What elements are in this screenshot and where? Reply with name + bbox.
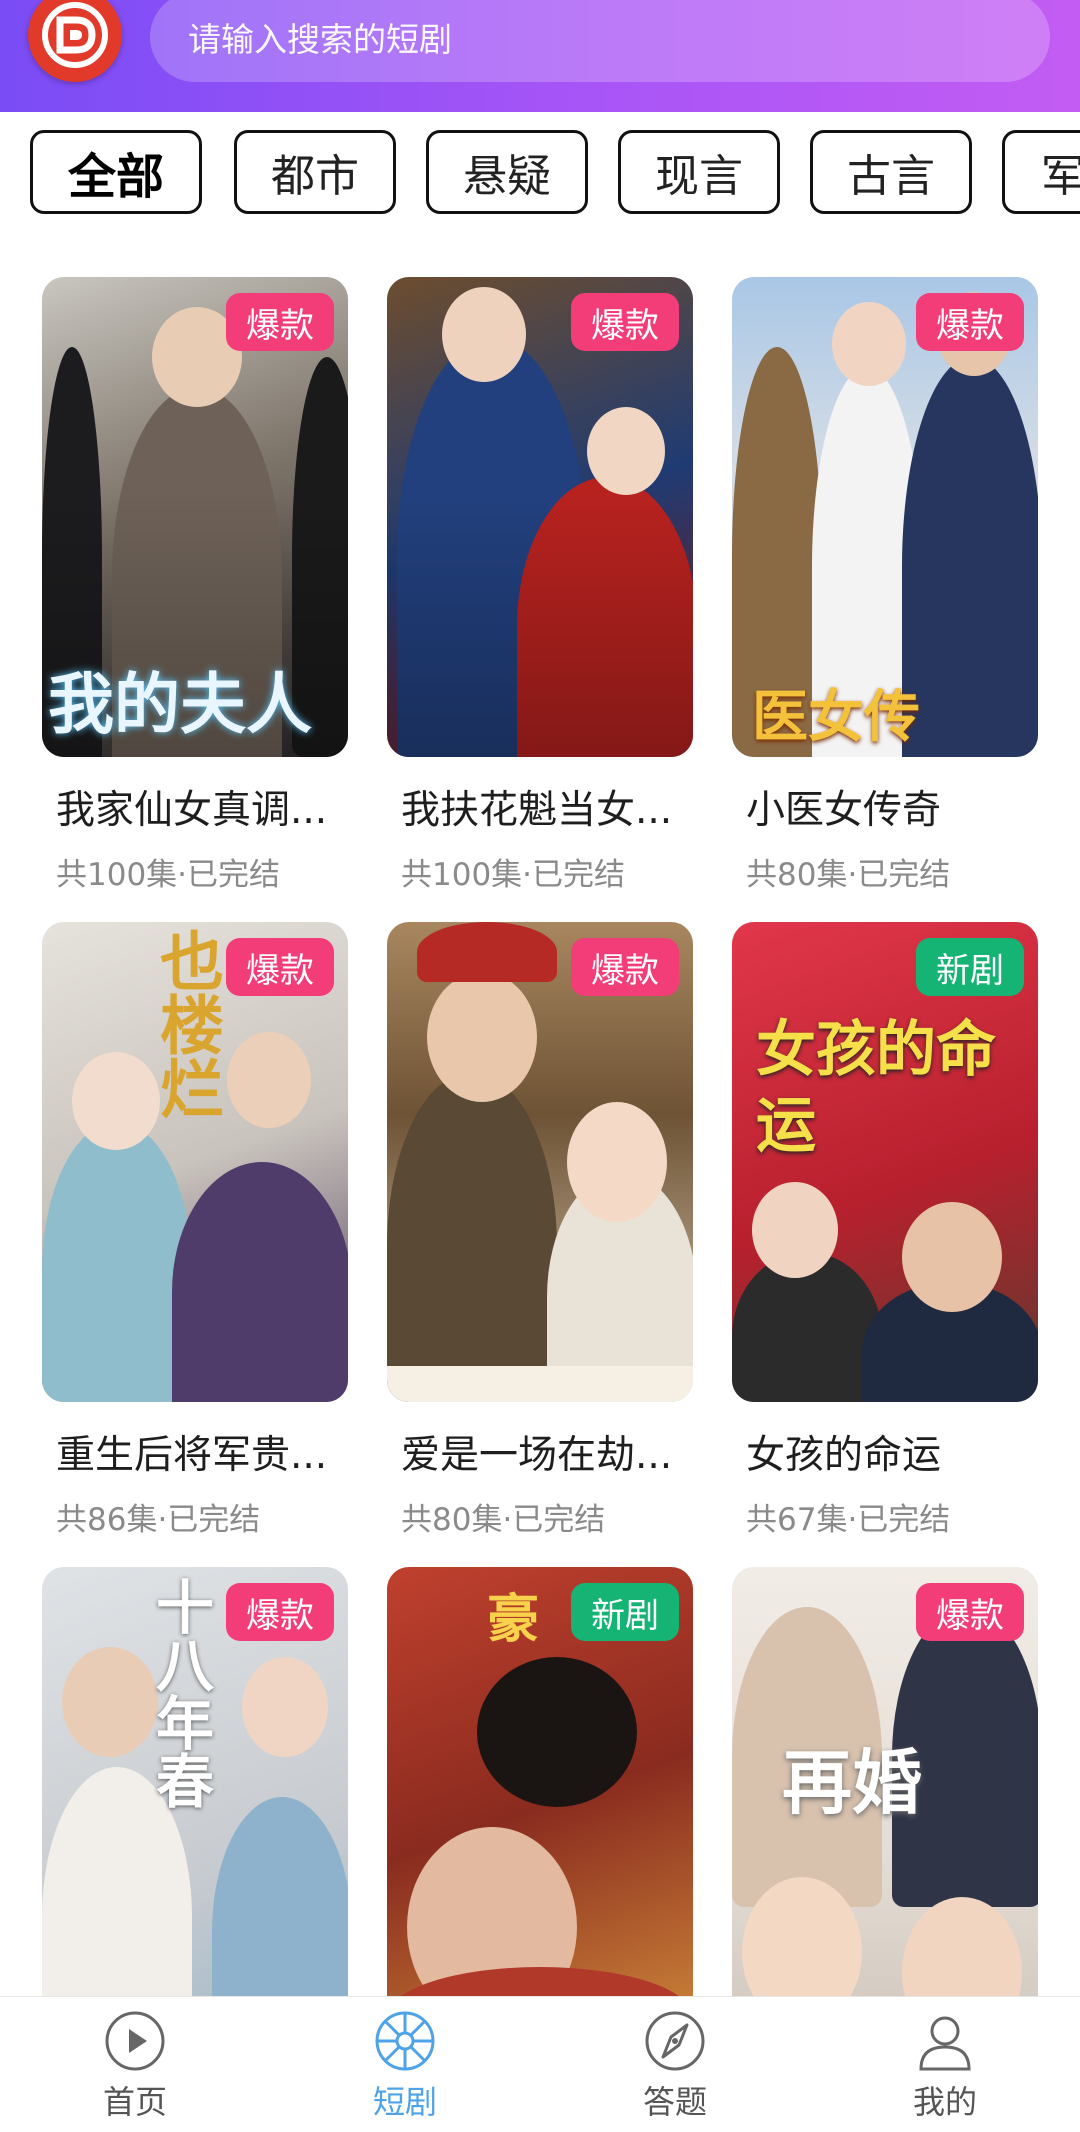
- badge-hot: 爆款: [571, 293, 679, 351]
- nav-label: 答题: [642, 2083, 707, 2121]
- drama-poster[interactable]: 也楼烂 爆款: [42, 922, 348, 1402]
- drama-card[interactable]: 医女传 爆款 小医女传奇 共80集·已完结: [732, 277, 1038, 894]
- poster-title-text: 也楼烂: [149, 928, 224, 1120]
- drama-poster[interactable]: 爆款: [387, 922, 693, 1402]
- play-circle-icon: [105, 2011, 165, 2071]
- badge-hot: 爆款: [226, 1583, 334, 1641]
- poster-title-text: 我的夫人: [48, 665, 312, 743]
- badge-new: 新剧: [571, 1583, 679, 1641]
- nav-quiz[interactable]: 答题: [585, 2009, 765, 2123]
- drama-poster[interactable]: 医女传 爆款: [732, 277, 1038, 757]
- badge-hot: 爆款: [226, 938, 334, 996]
- drama-card[interactable]: 爆款 我扶花魁当女... 共100集·已完结: [387, 277, 693, 894]
- drama-card[interactable]: 我的夫人 爆款 我家仙女真调... 共100集·已完结: [42, 277, 348, 894]
- tab-all[interactable]: 全部: [30, 130, 202, 214]
- poster-title-text: 女孩的命运: [756, 1015, 996, 1161]
- search-bar[interactable]: 请输入搜索的短剧: [150, 0, 1050, 82]
- badge-hot: 爆款: [916, 293, 1024, 351]
- nav-label: 我的: [912, 2083, 977, 2121]
- drama-card[interactable]: 十八年春 爆款: [42, 1567, 348, 1996]
- app-logo-icon[interactable]: [28, 0, 122, 82]
- nav-home[interactable]: 首页: [45, 2009, 225, 2123]
- nav-profile[interactable]: 我的: [855, 2009, 1035, 2123]
- category-tabs: 全部 都市 悬疑 现言 古言 军: [0, 112, 1080, 232]
- drama-title: 我扶花魁当女...: [401, 788, 673, 833]
- drama-card[interactable]: 爆款 爱是一场在劫... 共80集·已完结: [387, 922, 693, 1539]
- badge-hot: 爆款: [916, 1583, 1024, 1641]
- badge-hot: 爆款: [226, 293, 334, 351]
- drama-grid: 我的夫人 爆款 我家仙女真调... 共100集·已完结 爆款 我扶花魁当女...…: [0, 232, 1080, 1996]
- drama-poster[interactable]: 我的夫人 爆款: [42, 277, 348, 757]
- drama-poster[interactable]: 女孩的命运 新剧: [732, 922, 1038, 1402]
- nav-label: 短剧: [372, 2083, 437, 2121]
- drama-episode-info: 共80集·已完结: [746, 857, 951, 893]
- drama-title: 我家仙女真调...: [56, 788, 328, 833]
- poster-title-text: 十八年春: [146, 1577, 214, 1809]
- drama-poster[interactable]: 爆款: [387, 277, 693, 757]
- drama-title: 重生后将军贵...: [56, 1433, 328, 1478]
- drama-card[interactable]: 豪 新剧: [387, 1567, 693, 1996]
- drama-title: 小医女传奇: [746, 788, 942, 833]
- search-placeholder: 请输入搜索的短剧: [188, 20, 452, 59]
- person-icon: [919, 2016, 971, 2071]
- tab-modern-romance[interactable]: 现言: [618, 130, 780, 214]
- nav-label: 首页: [102, 2083, 167, 2121]
- tab-suspense[interactable]: 悬疑: [426, 130, 588, 214]
- drama-card[interactable]: 女孩的命运 新剧 女孩的命运 共67集·已完结: [732, 922, 1038, 1539]
- top-header: 请输入搜索的短剧: [0, 0, 1080, 112]
- poster-title-text: 再婚: [782, 1741, 922, 1824]
- wheel-icon: [375, 2011, 435, 2071]
- drama-card[interactable]: 再婚 爆款: [732, 1567, 1038, 1996]
- drama-poster[interactable]: 豪 新剧: [387, 1567, 693, 1996]
- poster-title-text: 医女传: [752, 684, 920, 750]
- drama-episode-info: 共86集·已完结: [56, 1502, 261, 1538]
- tab-city[interactable]: 都市: [234, 130, 396, 214]
- drama-poster[interactable]: 再婚 爆款: [732, 1567, 1038, 1996]
- bottom-nav: 首页 短剧 答题 我的: [0, 1996, 1080, 2132]
- compass-icon: [645, 2011, 705, 2071]
- drama-episode-info: 共100集·已完结: [401, 857, 626, 893]
- tab-ancient-romance[interactable]: 古言: [810, 130, 972, 214]
- badge-new: 新剧: [916, 938, 1024, 996]
- drama-episode-info: 共100集·已完结: [56, 857, 281, 893]
- drama-title: 爱是一场在劫...: [401, 1433, 673, 1478]
- poster-title-text: 豪: [487, 1589, 540, 1650]
- nav-dramas[interactable]: 短剧: [315, 2009, 495, 2123]
- drama-episode-info: 共67集·已完结: [746, 1502, 951, 1538]
- drama-episode-info: 共80集·已完结: [401, 1502, 606, 1538]
- badge-hot: 爆款: [571, 938, 679, 996]
- drama-title: 女孩的命运: [746, 1433, 942, 1478]
- drama-poster[interactable]: 十八年春 爆款: [42, 1567, 348, 1996]
- tab-military[interactable]: 军: [1002, 130, 1080, 214]
- drama-card[interactable]: 也楼烂 爆款 重生后将军贵... 共86集·已完结: [42, 922, 348, 1539]
